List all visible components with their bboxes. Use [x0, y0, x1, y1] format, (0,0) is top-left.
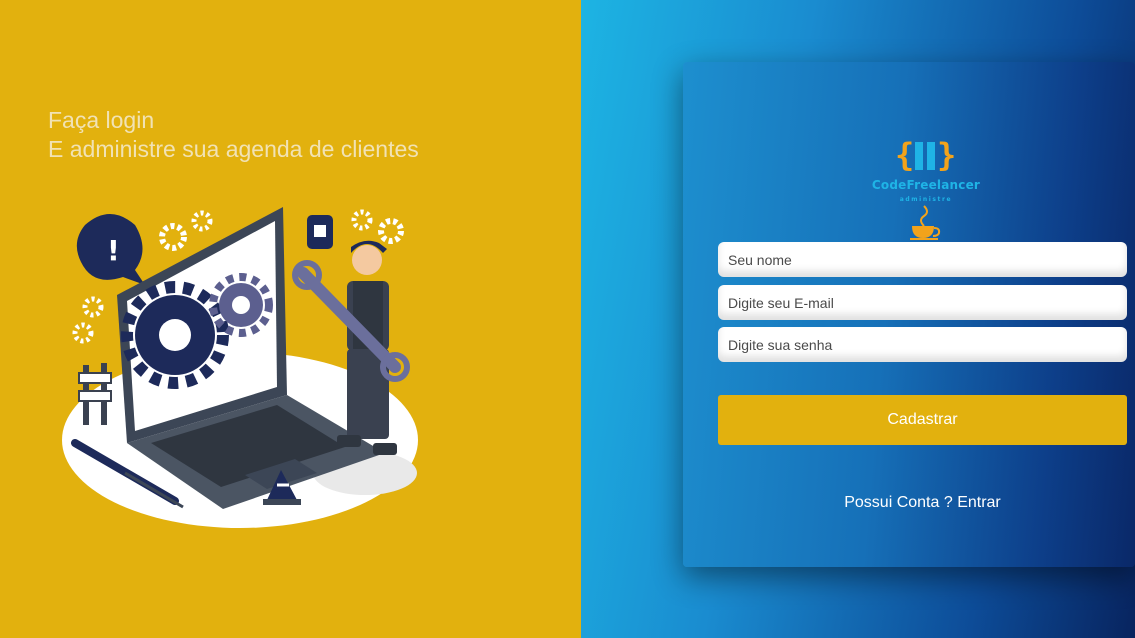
repair-technician-illustration: ! [62, 207, 418, 528]
hero-headline: Faça login E administre sua agenda de cl… [48, 106, 419, 164]
svg-text:{: { [895, 136, 914, 174]
login-link[interactable]: Possui Conta ? Entrar [718, 494, 1127, 512]
left-panel: Faça login E administre sua agenda de cl… [0, 0, 581, 638]
code-brackets-icon: { } [895, 136, 956, 174]
coffee-cup-icon [910, 205, 941, 240]
email-field[interactable] [718, 285, 1127, 320]
hero-line-2: E administre sua agenda de clientes [48, 136, 419, 162]
logo-tagline: administre [899, 196, 953, 203]
brand-logo: { } CodeFreelancer administre [866, 136, 986, 242]
svg-text:!: ! [107, 234, 120, 267]
password-field[interactable] [718, 327, 1127, 362]
hero-line-1: Faça login [48, 107, 155, 133]
svg-text:}: } [937, 136, 956, 174]
cadastrar-button[interactable]: Cadastrar [718, 395, 1127, 445]
logo-name: CodeFreelancer [871, 178, 981, 192]
name-field[interactable] [718, 242, 1127, 277]
